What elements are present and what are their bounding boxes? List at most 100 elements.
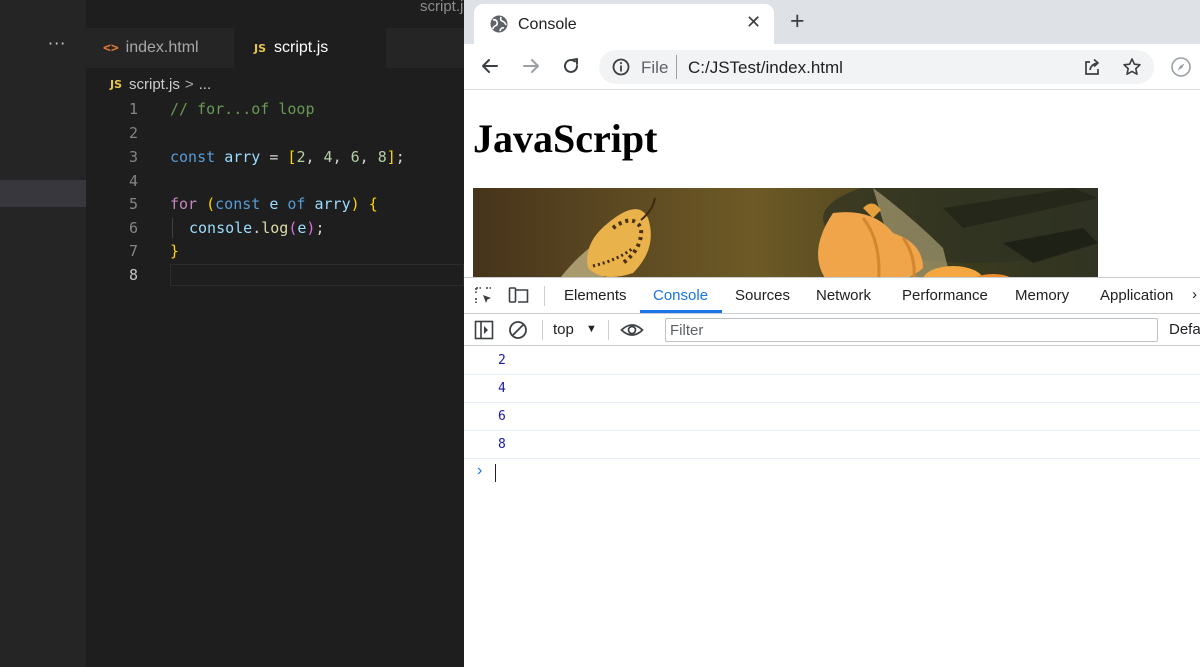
tab-application[interactable]: Application <box>1100 287 1173 304</box>
editor-tab-bar: <> index.html JS script.js ✕ <box>86 28 464 68</box>
console-message: 4 <box>464 375 1200 403</box>
clear-console-icon[interactable] <box>508 320 528 340</box>
code-variable: e <box>260 195 288 213</box>
tab-sources[interactable]: Sources <box>735 287 790 304</box>
tab-performance[interactable]: Performance <box>902 287 988 304</box>
code-operator: = <box>260 148 288 166</box>
forward-button[interactable] <box>517 52 545 80</box>
tab-console[interactable]: Console <box>653 287 708 304</box>
code-object: console <box>189 219 253 237</box>
sidebar-selected-item[interactable] <box>0 180 86 207</box>
current-line-highlight <box>170 264 464 286</box>
code-number: 8 <box>377 148 387 166</box>
caret-down-icon[interactable]: ▼ <box>586 323 597 335</box>
url-scheme-label: File <box>641 58 669 77</box>
inspect-element-icon[interactable] <box>474 286 494 306</box>
code-line-6[interactable]: console.log(e); <box>189 217 324 239</box>
log-value: 2 <box>498 353 506 368</box>
console-message: 6 <box>464 403 1200 431</box>
filter-input[interactable] <box>665 318 1158 342</box>
extension-compass-icon[interactable] <box>1170 56 1192 78</box>
line-number-active: 8 <box>128 266 138 284</box>
code-keyword: const <box>215 195 261 213</box>
code-line-3[interactable]: const arry = [2, 4, 6, 8]; <box>170 146 405 168</box>
address-bar[interactable]: File C:/JSTest/index.html <box>599 50 1154 84</box>
browser-tab-console[interactable]: Console ✕ <box>474 4 774 44</box>
arrow-right-icon <box>523 59 539 73</box>
sidebar <box>0 0 86 667</box>
code-keyword: of <box>287 195 306 213</box>
code-variable: arry <box>314 195 351 213</box>
code-variable: arry <box>224 148 261 166</box>
url-text[interactable]: C:/JSTest/index.html <box>688 58 843 78</box>
toolbar-divider <box>542 320 543 340</box>
indent-guide <box>172 218 173 238</box>
devtools-panel: Elements Console Sources Network Perform… <box>464 277 1200 667</box>
sidebar-toggle-icon[interactable] <box>474 320 494 340</box>
device-toolbar-icon[interactable] <box>508 286 530 306</box>
address-separator <box>676 55 677 79</box>
code-comma: , <box>305 148 324 166</box>
breadcrumb: JS script.js > ... <box>110 74 211 94</box>
toolbar-divider <box>608 320 609 340</box>
line-number: 5 <box>128 195 138 213</box>
more-actions-icon[interactable]: ··· <box>48 34 66 53</box>
code-brace: { <box>368 195 378 213</box>
globe-icon <box>490 15 508 33</box>
breadcrumb-file[interactable]: script.js <box>129 76 180 93</box>
breadcrumb-separator: > <box>184 75 194 93</box>
code-dot: . <box>252 219 262 237</box>
console-message: 2 <box>464 347 1200 375</box>
line-number: 7 <box>128 242 138 260</box>
share-icon[interactable] <box>1082 57 1102 77</box>
console-message: 8 <box>464 431 1200 459</box>
tab-script-js[interactable]: JS script.js ✕ <box>234 28 386 68</box>
tab-index-html[interactable]: <> index.html <box>86 28 234 68</box>
code-semicolon: ; <box>315 219 325 237</box>
tab-elements[interactable]: Elements <box>564 287 627 304</box>
eye-icon[interactable] <box>620 321 644 339</box>
code-semicolon: ; <box>395 148 405 166</box>
browser-window: Console ✕ + File C:/JSTest/index.html Ja… <box>464 0 1200 667</box>
reload-button[interactable] <box>557 52 585 80</box>
close-tab-icon[interactable]: ✕ <box>746 12 761 33</box>
tab-network[interactable]: Network <box>816 287 871 304</box>
butterfly-image <box>473 188 1098 277</box>
log-value: 4 <box>498 381 506 396</box>
code-keyword: const <box>170 148 216 166</box>
line-number: 1 <box>128 100 138 118</box>
code-line-7[interactable]: } <box>170 240 179 262</box>
bookmark-star-icon[interactable] <box>1122 57 1142 77</box>
info-icon[interactable] <box>611 57 631 77</box>
context-selector[interactable]: top <box>553 321 574 338</box>
code-number: 4 <box>323 148 333 166</box>
text-caret <box>495 464 496 482</box>
new-tab-button[interactable]: + <box>790 7 805 36</box>
tab-label: script.js <box>274 39 329 56</box>
console-prompt[interactable]: › <box>464 459 1200 487</box>
tab-memory[interactable]: Memory <box>1015 287 1069 304</box>
line-number: 2 <box>128 124 138 142</box>
console-output: 2 4 6 8 › <box>464 347 1200 487</box>
more-tabs-icon[interactable]: › <box>1192 286 1197 303</box>
line-number: 6 <box>128 219 138 237</box>
tab-label: index.html <box>125 39 199 56</box>
browser-toolbar: File C:/JSTest/index.html <box>464 44 1200 90</box>
html-file-icon: <> <box>103 40 119 56</box>
code-brace: } <box>170 242 180 260</box>
log-levels-dropdown[interactable]: Default levels <box>1169 321 1200 338</box>
code-line-1[interactable]: // for...of loop <box>170 98 315 120</box>
code-bracket: ) <box>350 195 360 213</box>
js-file-icon: JS <box>254 41 267 55</box>
butterfly-photo <box>560 188 1098 277</box>
prompt-chevron-icon: › <box>477 462 483 479</box>
active-tab-indicator <box>640 310 722 313</box>
breadcrumb-symbols[interactable]: ... <box>199 76 212 93</box>
code-line-5[interactable]: for (const e of arry) { <box>170 193 378 215</box>
back-button[interactable] <box>476 52 504 80</box>
js-file-icon: JS <box>110 77 123 91</box>
code-function: log <box>261 219 289 237</box>
